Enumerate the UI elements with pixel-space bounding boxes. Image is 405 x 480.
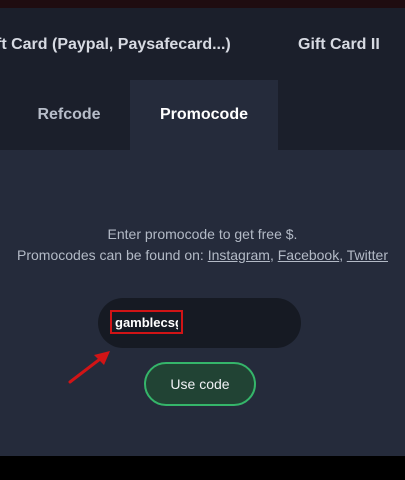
twitter-link[interactable]: Twitter [347, 247, 388, 263]
promocode-instruction: Enter promocode to get free $. [107, 226, 298, 242]
gift-card-nav: ft Card (Paypal, Paysafecard...) Gift Ca… [0, 8, 405, 80]
link-separator: , [339, 247, 347, 263]
promocode-input[interactable] [110, 310, 183, 334]
facebook-link[interactable]: Facebook [278, 247, 339, 263]
instagram-link[interactable]: Instagram [208, 247, 270, 263]
promocode-panel: Enter promocode to get free $. Promocode… [0, 150, 405, 456]
sources-prefix: Promocodes can be found on: [17, 247, 208, 263]
promocode-sources: Promocodes can be found on: Instagram, F… [0, 245, 405, 266]
use-code-button[interactable]: Use code [144, 362, 256, 406]
tab-row: Refcode Promocode [0, 80, 405, 150]
promocode-description: Enter promocode to get free $. Promocode… [0, 224, 405, 266]
annotation-arrow-icon [68, 351, 110, 384]
bottom-bar [0, 456, 405, 480]
nav-item-gift-card-ii[interactable]: Gift Card II [298, 36, 380, 54]
tab-refcode[interactable]: Refcode [8, 80, 130, 150]
link-separator: , [269, 247, 278, 263]
promocode-input-wrapper [98, 298, 301, 348]
nav-item-gift-card[interactable]: ft Card (Paypal, Paysafecard...) [0, 36, 231, 54]
top-strip [0, 0, 405, 8]
tab-promocode[interactable]: Promocode [130, 80, 278, 150]
